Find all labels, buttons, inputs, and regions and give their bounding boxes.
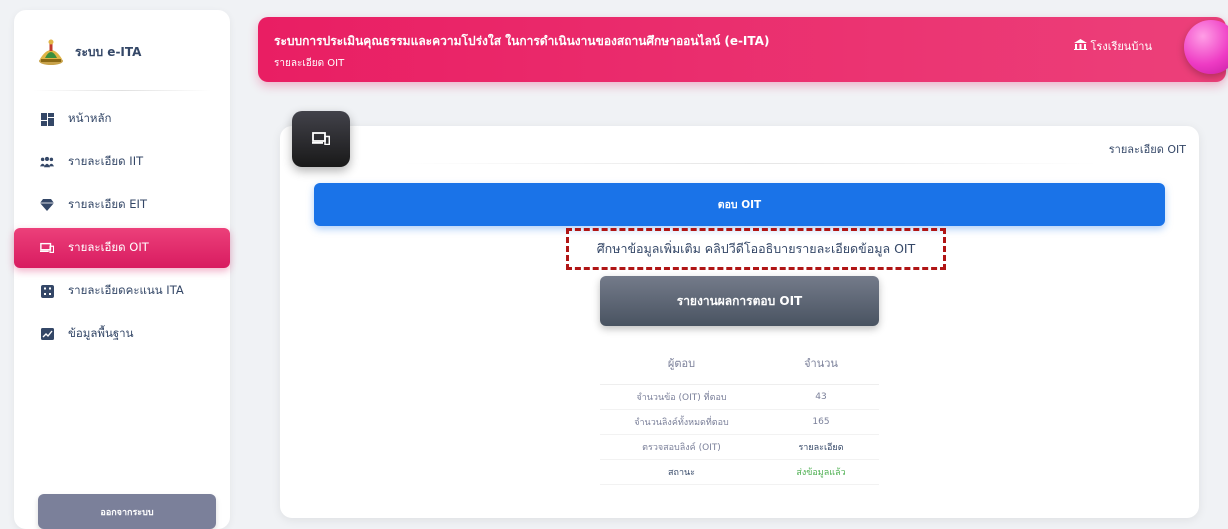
devices-icon [40, 241, 54, 255]
row-label: จำนวนลิงค์ทั้งหมดที่ตอบ [634, 418, 729, 428]
table-row: สถานะ ส่งข้อมูลแล้ว [600, 460, 879, 485]
sidebar-item-label: หน้าหลัก [68, 111, 112, 125]
sidebar-item-label: รายละเอียด OIT [68, 240, 149, 254]
card-title: รายละเอียด OIT [1108, 143, 1186, 156]
school-icon [1073, 39, 1087, 53]
sidebar-item-label: รายละเอียด EIT [68, 197, 147, 211]
row-label: จำนวนข้อ (OIT) ที่ตอบ [636, 393, 727, 403]
info-video-link-label: ศึกษาข้อมูลเพิ่มเติม คลิปวีดีโออธิบายราย… [596, 241, 916, 256]
table-header: ผู้ตอบ จำนวน [600, 342, 879, 385]
answer-oit-button[interactable]: ตอบ OIT [314, 183, 1165, 226]
diamond-icon [40, 198, 54, 212]
table-row: ตรวจสอบลิงค์ (OIT) รายละเอียด [600, 435, 879, 460]
oit-summary-table: ผู้ตอบ จำนวน จำนวนข้อ (OIT) ที่ตอบ 43 จำ… [600, 342, 879, 485]
brand[interactable]: ระบบ e-ITA [36, 32, 141, 72]
status-badge: ส่งข้อมูลแล้ว [796, 468, 846, 478]
page-header: ระบบการประเมินคุณธรรมและความโปร่งใส ในกา… [258, 17, 1226, 82]
school-link[interactable]: โรงเรียนบ้าน [1073, 37, 1153, 55]
chart-icon [40, 327, 54, 341]
logout-button[interactable]: ออกจากระบบ [38, 494, 216, 529]
table-row: จำนวนข้อ (OIT) ที่ตอบ 43 [600, 385, 879, 410]
sidebar-nav: หน้าหลัก รายละเอียด IIT รายละเอียด EIT ร… [14, 96, 230, 357]
users-icon [40, 155, 54, 169]
sidebar-item-label: รายละเอียดคะแนน ITA [68, 283, 184, 297]
oit-report-button[interactable]: รายงานผลการตอบ OIT [600, 276, 879, 326]
table-row: จำนวนลิงค์ทั้งหมดที่ตอบ 165 [600, 410, 879, 435]
column-header-respondent: ผู้ตอบ [667, 357, 696, 370]
sidebar-item-home[interactable]: หน้าหลัก [14, 99, 230, 139]
sidebar: ระบบ e-ITA หน้าหลัก รายละเอียด IIT รายละ… [14, 10, 230, 529]
emblem-logo-icon [36, 37, 66, 67]
row-value: 43 [815, 392, 827, 402]
sidebar-item-basic-info[interactable]: ข้อมูลพื้นฐาน [14, 314, 230, 354]
info-video-link[interactable]: ศึกษาข้อมูลเพิ่มเติม คลิปวีดีโออธิบายราย… [566, 228, 946, 270]
sidebar-item-oit[interactable]: รายละเอียด OIT [14, 228, 230, 268]
column-header-count: จำนวน [804, 357, 838, 370]
row-label: สถานะ [668, 468, 695, 478]
card-header-icon [292, 111, 350, 167]
sidebar-item-iit[interactable]: รายละเอียด IIT [14, 142, 230, 182]
divider [32, 90, 212, 91]
breadcrumb: รายละเอียด OIT [274, 58, 345, 69]
school-name: โรงเรียนบ้าน [1090, 40, 1153, 53]
brand-title: ระบบ e-ITA [75, 44, 142, 59]
link-details-link[interactable]: รายละเอียด [763, 440, 879, 454]
sidebar-item-label: ข้อมูลพื้นฐาน [68, 326, 134, 340]
row-value: 165 [812, 417, 830, 427]
divider [400, 163, 1100, 164]
page-title: ระบบการประเมินคุณธรรมและความโปร่งใส ในกา… [274, 34, 770, 48]
devices-icon [312, 130, 331, 149]
calculator-icon [40, 284, 54, 298]
row-label: ตรวจสอบลิงค์ (OIT) [642, 443, 721, 453]
sidebar-item-eit[interactable]: รายละเอียด EIT [14, 185, 230, 225]
sidebar-item-ita-score[interactable]: รายละเอียดคะแนน ITA [14, 271, 230, 311]
dashboard-icon [40, 112, 54, 126]
sidebar-item-label: รายละเอียด IIT [68, 154, 144, 168]
